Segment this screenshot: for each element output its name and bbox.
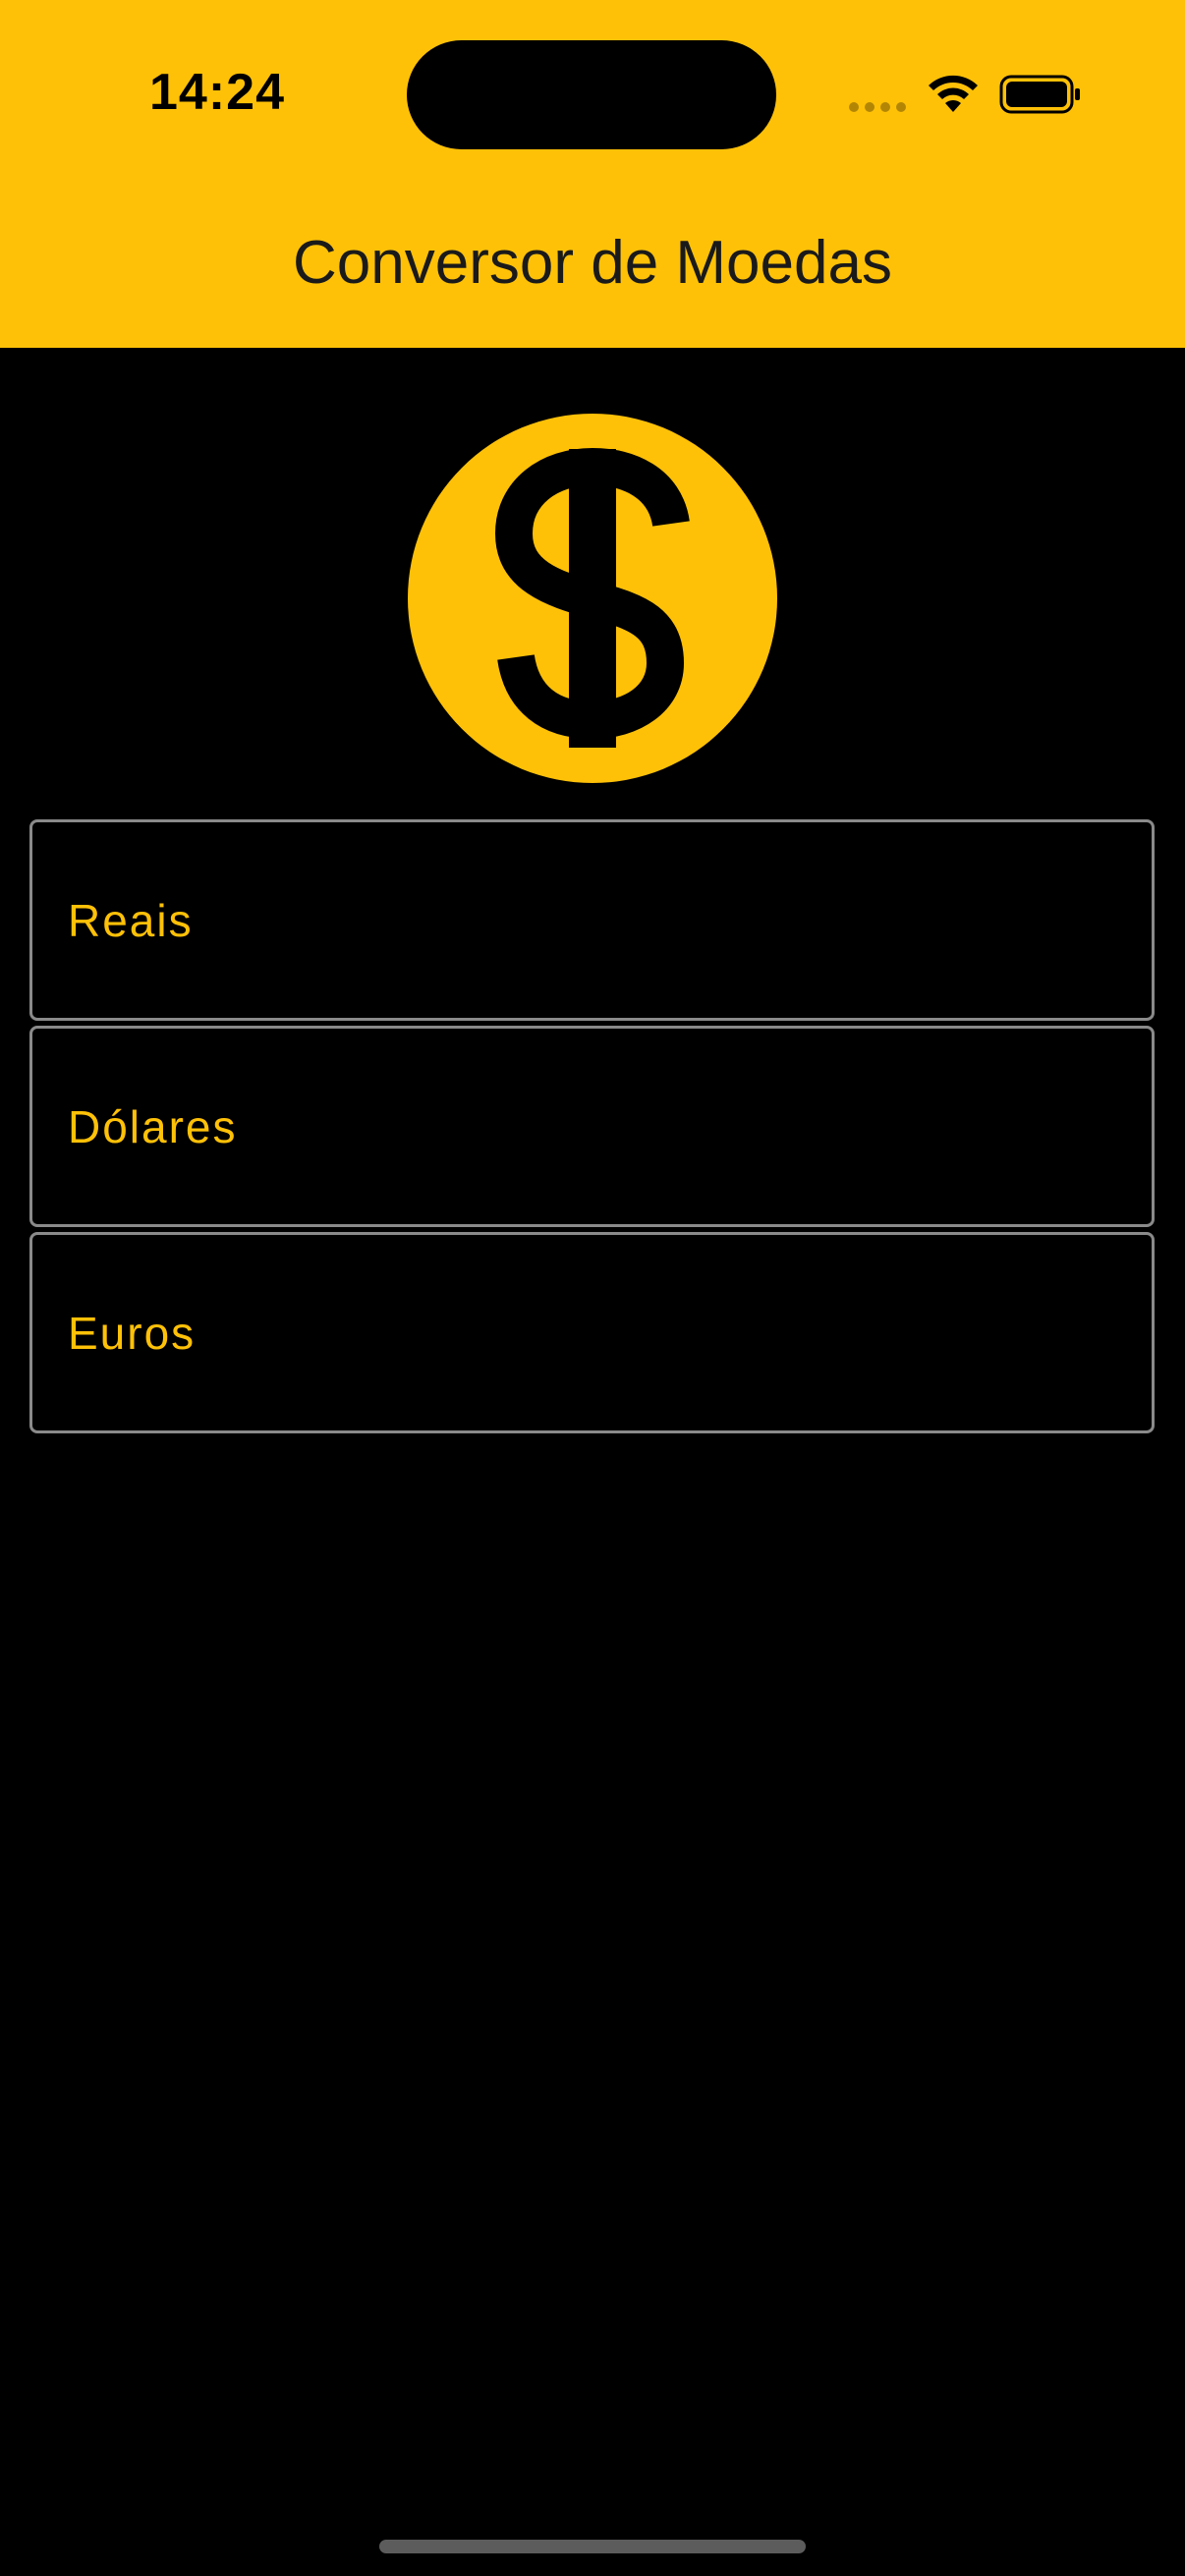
app-header: 14:24 Conversor de Moedas bbox=[0, 0, 1185, 348]
euros-label: Euros bbox=[68, 1307, 197, 1359]
reais-label: Reais bbox=[68, 894, 194, 946]
wifi-icon bbox=[929, 75, 978, 112]
dollar-sign-icon bbox=[494, 447, 690, 748]
home-indicator[interactable] bbox=[379, 2540, 806, 2553]
page-title: Conversor de Moedas bbox=[293, 229, 892, 297]
reais-input[interactable]: Reais bbox=[29, 819, 1155, 1021]
euros-input[interactable]: Euros bbox=[29, 1232, 1155, 1433]
battery-icon bbox=[999, 75, 1080, 114]
cellular-signal-icon bbox=[849, 102, 906, 112]
dolares-input[interactable]: Dólares bbox=[29, 1026, 1155, 1227]
currency-coin bbox=[408, 414, 777, 783]
status-time: 14:24 bbox=[149, 64, 285, 121]
dolares-label: Dólares bbox=[68, 1100, 238, 1152]
dynamic-island bbox=[407, 40, 776, 149]
